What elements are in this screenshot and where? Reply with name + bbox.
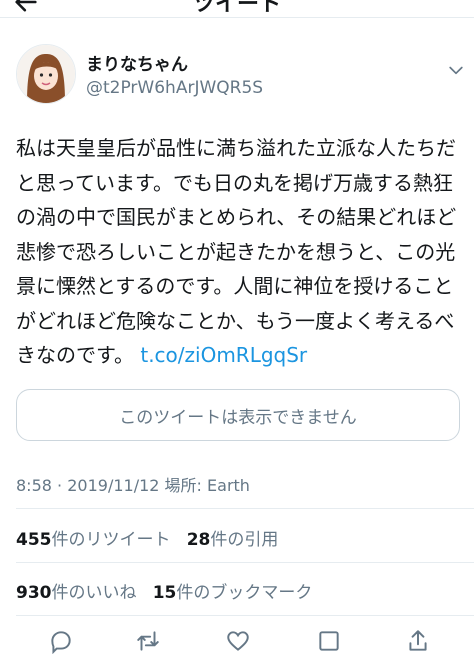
likes-stat[interactable]: 930件のいいね — [16, 583, 137, 603]
bookmark-count: 15 — [152, 583, 177, 603]
retweet-quote-stats: 455件のリツイート 28件の引用 — [16, 525, 278, 550]
quote-unavailable-box: このツイートは表示できません — [16, 389, 460, 441]
chevron-down-icon[interactable] — [446, 60, 466, 80]
share-icon[interactable] — [405, 628, 431, 654]
divider — [16, 508, 474, 509]
avatar[interactable] — [16, 44, 76, 104]
tweet-metadata: 8:58 · 2019/11/12 場所: Earth — [16, 472, 250, 496]
tweet-text: 私は天皇皇后が品性に満ち溢れた立派な人たちだと思っています。でも日の丸を掲げ万歳… — [16, 131, 462, 373]
avatar-illustration — [17, 45, 75, 103]
like-label: 件のいいね — [51, 583, 137, 603]
bookmarks-stat[interactable]: 15件のブックマーク — [153, 583, 313, 603]
retweets-stat[interactable]: 455件のリツイート — [16, 530, 171, 550]
meta-separator: · — [57, 476, 63, 495]
place-label: 場所: — [164, 476, 202, 495]
retweet-label: 件のリツイート — [51, 530, 171, 550]
tweet-time: 8:58 — [16, 476, 52, 495]
quotes-stat[interactable]: 28件の引用 — [187, 530, 279, 550]
tweet-date: 2019/11/12 — [67, 476, 160, 495]
header: ツイート — [0, 0, 474, 18]
like-count: 930 — [16, 583, 52, 603]
bookmark-icon[interactable] — [316, 628, 342, 654]
author-handle[interactable]: @t2PrW6hArJWQR5S — [86, 78, 263, 98]
page-title: ツイート — [192, 0, 281, 17]
retweet-count: 455 — [16, 530, 52, 550]
quote-count: 28 — [186, 530, 211, 550]
quote-unavailable-text: このツイートは表示できません — [119, 407, 357, 428]
like-bookmark-stats: 930件のいいね 15件のブックマーク — [16, 578, 312, 603]
divider — [16, 562, 474, 563]
reply-icon[interactable] — [48, 628, 74, 654]
like-icon[interactable] — [225, 628, 251, 654]
tweet-link[interactable]: t.co/ziOmRLgqSr — [140, 343, 307, 367]
place-link[interactable]: Earth — [207, 476, 250, 495]
quote-label: 件の引用 — [210, 530, 279, 550]
bookmark-label: 件のブックマーク — [176, 583, 313, 603]
retweet-icon[interactable] — [135, 628, 161, 654]
divider — [16, 615, 474, 616]
tweet-body: 私は天皇皇后が品性に満ち溢れた立派な人たちだと思っています。でも日の丸を掲げ万歳… — [16, 136, 457, 367]
header-divider — [0, 17, 474, 18]
author-name[interactable]: まりなちゃん — [86, 50, 188, 75]
